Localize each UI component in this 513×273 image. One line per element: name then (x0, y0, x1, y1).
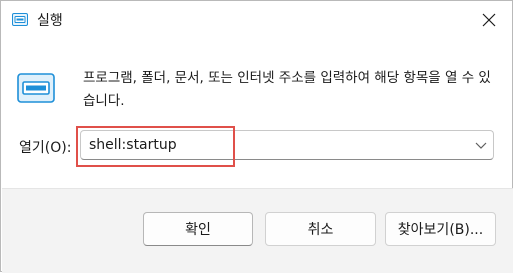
open-input[interactable] (89, 137, 459, 153)
open-label: 열기(O): (19, 140, 72, 156)
ok-button[interactable]: 확인 (143, 212, 253, 246)
dialog-description: 프로그램, 폴더, 문서, 또는 인터넷 주소를 입력하여 해당 항목을 열 수… (83, 70, 491, 109)
close-button[interactable] (466, 1, 512, 39)
open-combobox[interactable] (80, 130, 494, 160)
close-icon (482, 13, 496, 27)
run-dialog: 실행 프로그램, 폴더, 문서, 또는 인터넷 주소를 입력하여 해당 항목을 … (0, 0, 513, 273)
chevron-down-icon[interactable] (475, 140, 487, 150)
window-title: 실행 (37, 13, 63, 29)
browse-button[interactable]: 찾아보기(B)... (385, 212, 496, 246)
title-bar[interactable]: 실행 (1, 1, 512, 39)
run-large-icon (17, 73, 55, 103)
run-icon (12, 13, 28, 26)
cancel-button[interactable]: 취소 (265, 212, 376, 246)
